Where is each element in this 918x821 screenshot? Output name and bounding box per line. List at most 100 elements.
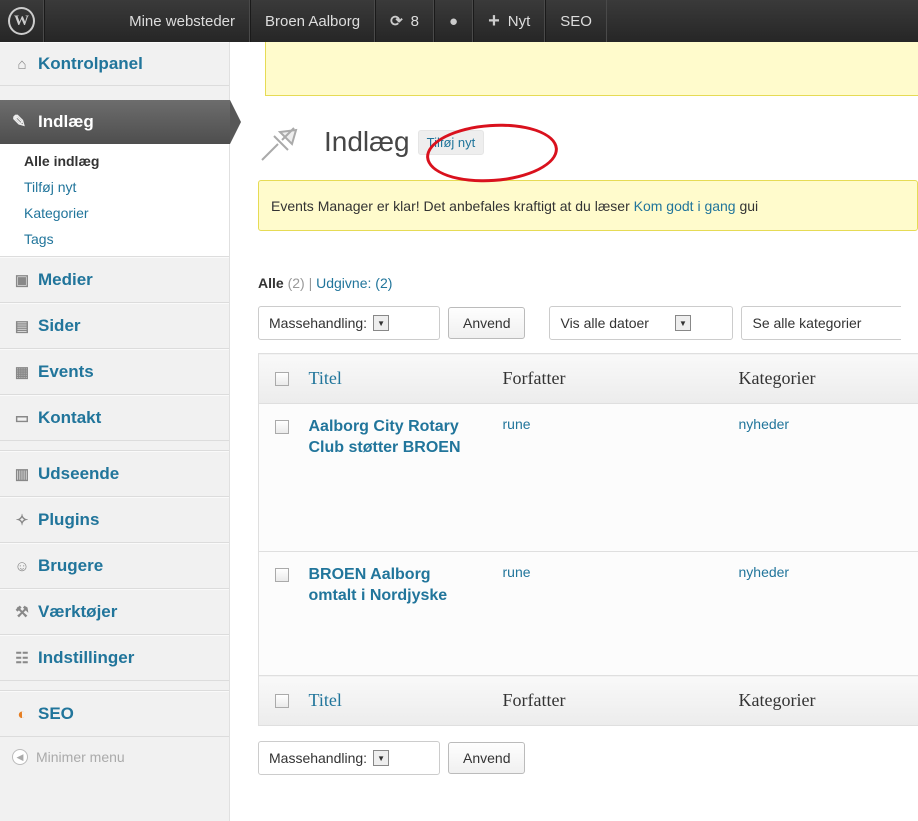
seo-menu[interactable]: SEO [545, 0, 607, 42]
submenu-all-posts[interactable]: Alle indlæg [24, 148, 229, 174]
site-name-menu[interactable]: Broen Aalborg [250, 0, 376, 42]
menu-tools[interactable]: ⚒ Værktøjer [0, 589, 229, 635]
title-cell: Aalborg City Rotary Club støtter BROEN [308, 403, 503, 552]
apply-button[interactable]: Anvend [448, 742, 526, 774]
post-category-link[interactable]: nyheder [739, 416, 790, 432]
table-row: BROEN Aalborg omtalt i Nordjyske rune ny… [258, 551, 918, 676]
bulk-action-select[interactable]: Massehandling: ▼ [258, 741, 440, 775]
plus-icon: + [488, 9, 500, 32]
post-author-link[interactable]: rune [503, 416, 531, 432]
menu-users[interactable]: ☺ Brugere [0, 543, 229, 589]
chevron-down-icon: ▼ [373, 315, 390, 331]
post-status-filters: Alle (2) | Udgivne: (2) [258, 275, 393, 291]
row-checkbox-cell [258, 403, 309, 552]
submenu-tags[interactable]: Tags [24, 226, 229, 252]
menu-dashboard[interactable]: ⌂ Kontrolpanel [0, 42, 229, 86]
submenu-categories[interactable]: Kategorier [24, 200, 229, 226]
users-icon: ☺ [14, 557, 30, 575]
post-title-link[interactable]: Aalborg City Rotary Club støtter BROEN [309, 416, 469, 458]
column-categories: Kategorier [738, 675, 918, 726]
chevron-down-icon: ▼ [373, 750, 390, 766]
category-filter-value: Se alle kategorier [752, 315, 862, 331]
notice-tail: gui [735, 197, 759, 214]
updates-count: 8 [410, 12, 419, 30]
filter-all[interactable]: Alle [258, 275, 284, 291]
pages-icon: ▤ [14, 318, 30, 335]
menu-pages[interactable]: ▤ Sider [0, 303, 229, 349]
filter-published-count: (2) [375, 275, 393, 291]
category-filter-select[interactable]: Se alle kategorier [741, 306, 902, 340]
new-content-menu[interactable]: + Nyt [473, 0, 546, 42]
calendar-icon: ▦ [14, 364, 30, 381]
select-all-cell [258, 353, 309, 404]
submenu-add-new[interactable]: Tilføj nyt [24, 174, 229, 200]
menu-contact-label: Kontakt [38, 408, 102, 427]
row-checkbox[interactable] [275, 420, 289, 434]
column-title[interactable]: Titel [308, 675, 503, 726]
menu-plugins-label: Plugins [38, 510, 100, 529]
select-all-checkbox[interactable] [275, 371, 289, 386]
admin-bar: W Mine websteder Broen Aalborg ⟳ 8 ● + Nyt… [0, 0, 918, 42]
posts-table: Titel Forfatter Kategorier Aalborg City … [258, 353, 918, 726]
contact-form-icon: ▭ [14, 410, 30, 427]
select-all-checkbox[interactable] [275, 693, 289, 708]
menu-posts[interactable]: ✎ Indlæg [0, 100, 241, 144]
column-author: Forfatter [502, 353, 739, 404]
row-checkbox[interactable] [275, 568, 289, 582]
menu-settings[interactable]: ☷ Indstillinger [0, 635, 229, 681]
menu-tools-label: Værktøjer [38, 602, 118, 621]
title-cell: BROEN Aalborg omtalt i Nordjyske [308, 551, 503, 676]
menu-separator [0, 681, 229, 691]
wordpress-icon: W [8, 7, 35, 35]
main-content: Indlæg Tilføj nyt Events Manager er klar… [258, 42, 918, 776]
notice-text: Events Manager er klar! Det anbefales kr… [271, 197, 634, 214]
menu-appearance[interactable]: ▥ Udseende [0, 451, 229, 497]
wordpress-logo-button[interactable]: W [0, 0, 44, 42]
seo-label: SEO [560, 12, 592, 30]
plugin-icon: ✧ [15, 512, 29, 529]
my-sites-menu[interactable]: Mine websteder [44, 0, 250, 42]
page-title: Indlæg [324, 126, 410, 157]
updates-button[interactable]: ⟳ 8 [375, 0, 434, 42]
column-categories: Kategorier [738, 353, 918, 404]
comment-icon: ● [449, 12, 459, 30]
events-manager-notice: Events Manager er klar! Det anbefales kr… [258, 180, 918, 231]
appearance-icon: ▥ [14, 466, 30, 483]
comments-button[interactable]: ● [434, 0, 474, 42]
menu-events[interactable]: ▦ Events [0, 349, 229, 395]
post-category-link[interactable]: nyheder [739, 564, 790, 580]
menu-users-label: Brugere [38, 556, 104, 575]
site-name-label: Broen Aalborg [265, 12, 361, 30]
menu-seo[interactable]: ◐ SEO [0, 691, 229, 737]
post-author-link[interactable]: rune [503, 564, 531, 580]
menu-settings-label: Indstillinger [38, 648, 135, 667]
column-title[interactable]: Titel [308, 353, 503, 404]
menu-separator [0, 441, 229, 451]
category-cell: nyheder [738, 403, 918, 552]
category-cell: nyheder [738, 551, 918, 676]
posts-submenu: Alle indlæg Tilføj nyt Kategorier Tags [0, 144, 229, 257]
pin-icon: ✎ [12, 112, 27, 131]
table-header-row: Titel Forfatter Kategorier [258, 353, 918, 404]
admin-sidebar: ⌂ Kontrolpanel ✎ Indlæg Alle indlæg Tilføj… [0, 42, 241, 821]
tools-icon: ⚒ [15, 604, 29, 621]
column-author: Forfatter [502, 675, 739, 726]
collapse-arrow-icon: ◀ [12, 749, 28, 765]
menu-seo-label: SEO [38, 704, 74, 723]
date-filter-select[interactable]: Vis alle datoer ▼ [549, 306, 734, 340]
pushpin-icon [258, 122, 302, 162]
getting-started-link[interactable]: Kom godt i gang [634, 198, 736, 214]
collapse-menu-button[interactable]: ◀ Minimer menu [0, 737, 229, 777]
post-title-link[interactable]: BROEN Aalborg omtalt i Nordjyske [309, 564, 469, 606]
table-toolbar-top: Massehandling: ▼ Anvend Vis alle datoer ▼ … [258, 305, 918, 341]
menu-pages-label: Sider [38, 316, 81, 335]
apply-button[interactable]: Anvend [448, 307, 526, 339]
new-label: Nyt [507, 12, 531, 30]
menu-contact[interactable]: ▭ Kontakt [0, 395, 229, 441]
table-row: Aalborg City Rotary Club støtter BROEN r… [258, 403, 918, 552]
menu-media[interactable]: ▣ Medier [0, 257, 229, 303]
menu-plugins[interactable]: ✧ Plugins [0, 497, 229, 543]
bulk-action-select[interactable]: Massehandling: ▼ [258, 306, 440, 340]
media-icon: ▣ [14, 272, 30, 289]
filter-published[interactable]: Udgivne: [316, 275, 371, 291]
